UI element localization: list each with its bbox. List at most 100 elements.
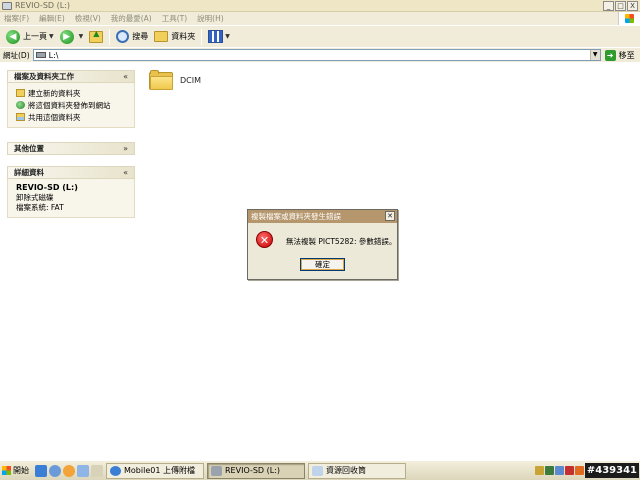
folder-up-button[interactable]: [86, 28, 106, 46]
chevron-down-icon[interactable]: ▼: [589, 50, 600, 60]
window-title: REVIO-SD (L:): [15, 1, 71, 10]
folders-label: 資料夾: [171, 32, 196, 41]
back-button[interactable]: ◀ 上一頁 ▼: [3, 28, 57, 46]
details-title: 詳細資料: [14, 168, 44, 177]
tray-network-icon[interactable]: [544, 466, 554, 475]
task-share-folder[interactable]: 共用這個資料夾: [16, 111, 134, 123]
collapse-icon[interactable]: «: [123, 72, 128, 81]
share-folder-icon: [16, 113, 25, 121]
details-drive-type: 卸除式磁碟: [16, 193, 54, 202]
details-filesystem: 檔案系統: FAT: [16, 203, 64, 212]
recycle-bin-icon: [312, 465, 323, 476]
publish-web-icon: [16, 101, 25, 109]
close-button[interactable]: X: [627, 1, 638, 11]
go-arrow-icon: ➜: [604, 49, 616, 61]
forward-button[interactable]: ▶ ▼: [57, 28, 87, 46]
maximize-button[interactable]: □: [615, 1, 626, 11]
file-tasks-panel: 檔案及資料夾工作 « 建立新的資料夾 將這個資料夾發佈到網站 共用這個資料夾: [7, 70, 135, 128]
media-player-icon[interactable]: [49, 464, 61, 477]
back-label: 上一頁: [23, 32, 47, 41]
drive-icon: [2, 1, 12, 10]
tray-monitor-icon[interactable]: [554, 466, 564, 475]
dialog-body: ✕ 無法複製 PICT5282: 參數錯誤。 確定: [248, 223, 397, 279]
error-icon: ✕: [256, 231, 273, 248]
views-button[interactable]: ▼: [205, 28, 233, 46]
window-titlebar[interactable]: REVIO-SD (L:) _ □ X: [0, 0, 640, 12]
other-places-title: 其他位置: [14, 144, 44, 153]
ie-icon[interactable]: [35, 464, 47, 477]
taskbar-item-label: Mobile01 上傳附檔: [124, 466, 195, 475]
go-label: 移至: [618, 50, 635, 60]
window-controls: _ □ X: [603, 1, 638, 11]
menu-view[interactable]: 檢視(V): [75, 13, 101, 24]
dialog-message: 無法複製 PICT5282: 參數錯誤。: [286, 237, 397, 246]
menu-help[interactable]: 說明(H): [197, 13, 224, 24]
taskbar-item-label: 資源回收筒: [326, 466, 366, 475]
watermark-label: #439341: [584, 463, 639, 478]
file-item-dcim[interactable]: DCIM: [149, 70, 201, 90]
file-name: DCIM: [180, 75, 202, 85]
folder-up-icon: [89, 29, 104, 43]
address-value: L:\: [48, 50, 59, 60]
show-desktop-icon[interactable]: [77, 464, 89, 477]
start-button[interactable]: 開始: [0, 463, 32, 479]
details-header[interactable]: 詳細資料 «: [7, 166, 135, 179]
go-button[interactable]: ➜ 移至: [604, 49, 635, 61]
file-tasks-title: 檔案及資料夾工作: [14, 72, 74, 81]
menu-edit[interactable]: 編輯(E): [39, 13, 65, 24]
other-places-panel: 其他位置 »: [7, 142, 135, 155]
menu-favorites[interactable]: 我的最愛(A): [111, 13, 152, 24]
file-tasks-header[interactable]: 檔案及資料夾工作 «: [7, 70, 135, 83]
task-publish-web-label: 將這個資料夾發佈到網站: [28, 100, 111, 110]
menu-bar: 檔案(F) 編輯(E) 檢視(V) 我的最愛(A) 工具(T) 說明(H): [0, 12, 640, 25]
taskbar-item-revio[interactable]: REVIO-SD (L:): [207, 462, 305, 479]
menu-tools[interactable]: 工具(T): [162, 13, 187, 24]
dialog-title: 複製檔案或資料夾發生錯誤: [251, 212, 341, 221]
messenger-icon[interactable]: [63, 464, 75, 477]
taskbar-item-label: REVIO-SD (L:): [225, 466, 281, 475]
task-new-folder[interactable]: 建立新的資料夾: [16, 87, 134, 99]
folders-icon: [154, 31, 169, 42]
toolbar-divider: [201, 28, 203, 45]
menu-file[interactable]: 檔案(F): [4, 13, 29, 24]
details-body: REVIO-SD (L:) 卸除式磁碟 檔案系統: FAT: [7, 179, 135, 218]
collapse-icon[interactable]: «: [123, 168, 128, 177]
tray-app-icon[interactable]: [534, 466, 544, 475]
search-icon: [116, 30, 130, 43]
address-input[interactable]: L:\ ▼: [32, 49, 601, 61]
address-label: 網址(D): [3, 50, 30, 60]
chevron-down-icon[interactable]: ▼: [49, 33, 54, 40]
file-tasks-body: 建立新的資料夾 將這個資料夾發佈到網站 共用這個資料夾: [7, 83, 135, 128]
dialog-close-button[interactable]: ✕: [385, 211, 395, 221]
folder-icon: [149, 70, 173, 90]
toolbar-divider: [109, 28, 111, 45]
folders-button[interactable]: 資料夾: [151, 28, 198, 46]
windows-logo-icon: [2, 466, 11, 475]
chevron-down-icon[interactable]: ▼: [79, 33, 84, 40]
chevron-down-icon[interactable]: ▼: [225, 33, 230, 40]
drive-icon: [211, 465, 222, 476]
start-label: 開始: [13, 466, 29, 475]
tray-update-icon[interactable]: [574, 466, 584, 475]
address-bar: 網址(D) L:\ ▼ ➜ 移至: [0, 47, 640, 62]
windows-logo-icon: [618, 12, 640, 25]
quick-launch-more-icon[interactable]: [91, 464, 103, 477]
expand-icon[interactable]: »: [123, 144, 128, 153]
ok-button[interactable]: 確定: [300, 258, 345, 271]
taskbar-item-mobile01[interactable]: Mobile01 上傳附檔: [106, 462, 204, 479]
details-drive-name: REVIO-SD (L:): [16, 183, 78, 192]
back-icon: ◀: [6, 29, 20, 44]
new-folder-icon: [16, 89, 25, 97]
other-places-header[interactable]: 其他位置 »: [7, 142, 135, 155]
drive-icon: [35, 52, 46, 58]
tray-antivirus-icon[interactable]: [564, 466, 574, 475]
error-dialog: 複製檔案或資料夾發生錯誤 ✕ ✕ 無法複製 PICT5282: 參數錯誤。 確定: [247, 209, 398, 280]
details-panel: 詳細資料 « REVIO-SD (L:) 卸除式磁碟 檔案系統: FAT: [7, 166, 135, 218]
task-publish-web[interactable]: 將這個資料夾發佈到網站: [16, 99, 134, 111]
dialog-titlebar[interactable]: 複製檔案或資料夾發生錯誤 ✕: [248, 210, 397, 223]
browser-icon: [110, 465, 121, 476]
toolbar: ◀ 上一頁 ▼ ▶ ▼ 搜尋 資料夾 ▼: [0, 25, 640, 47]
taskbar-item-recycle-bin[interactable]: 資源回收筒: [308, 462, 406, 479]
minimize-button[interactable]: _: [603, 1, 614, 11]
search-button[interactable]: 搜尋: [113, 28, 151, 46]
